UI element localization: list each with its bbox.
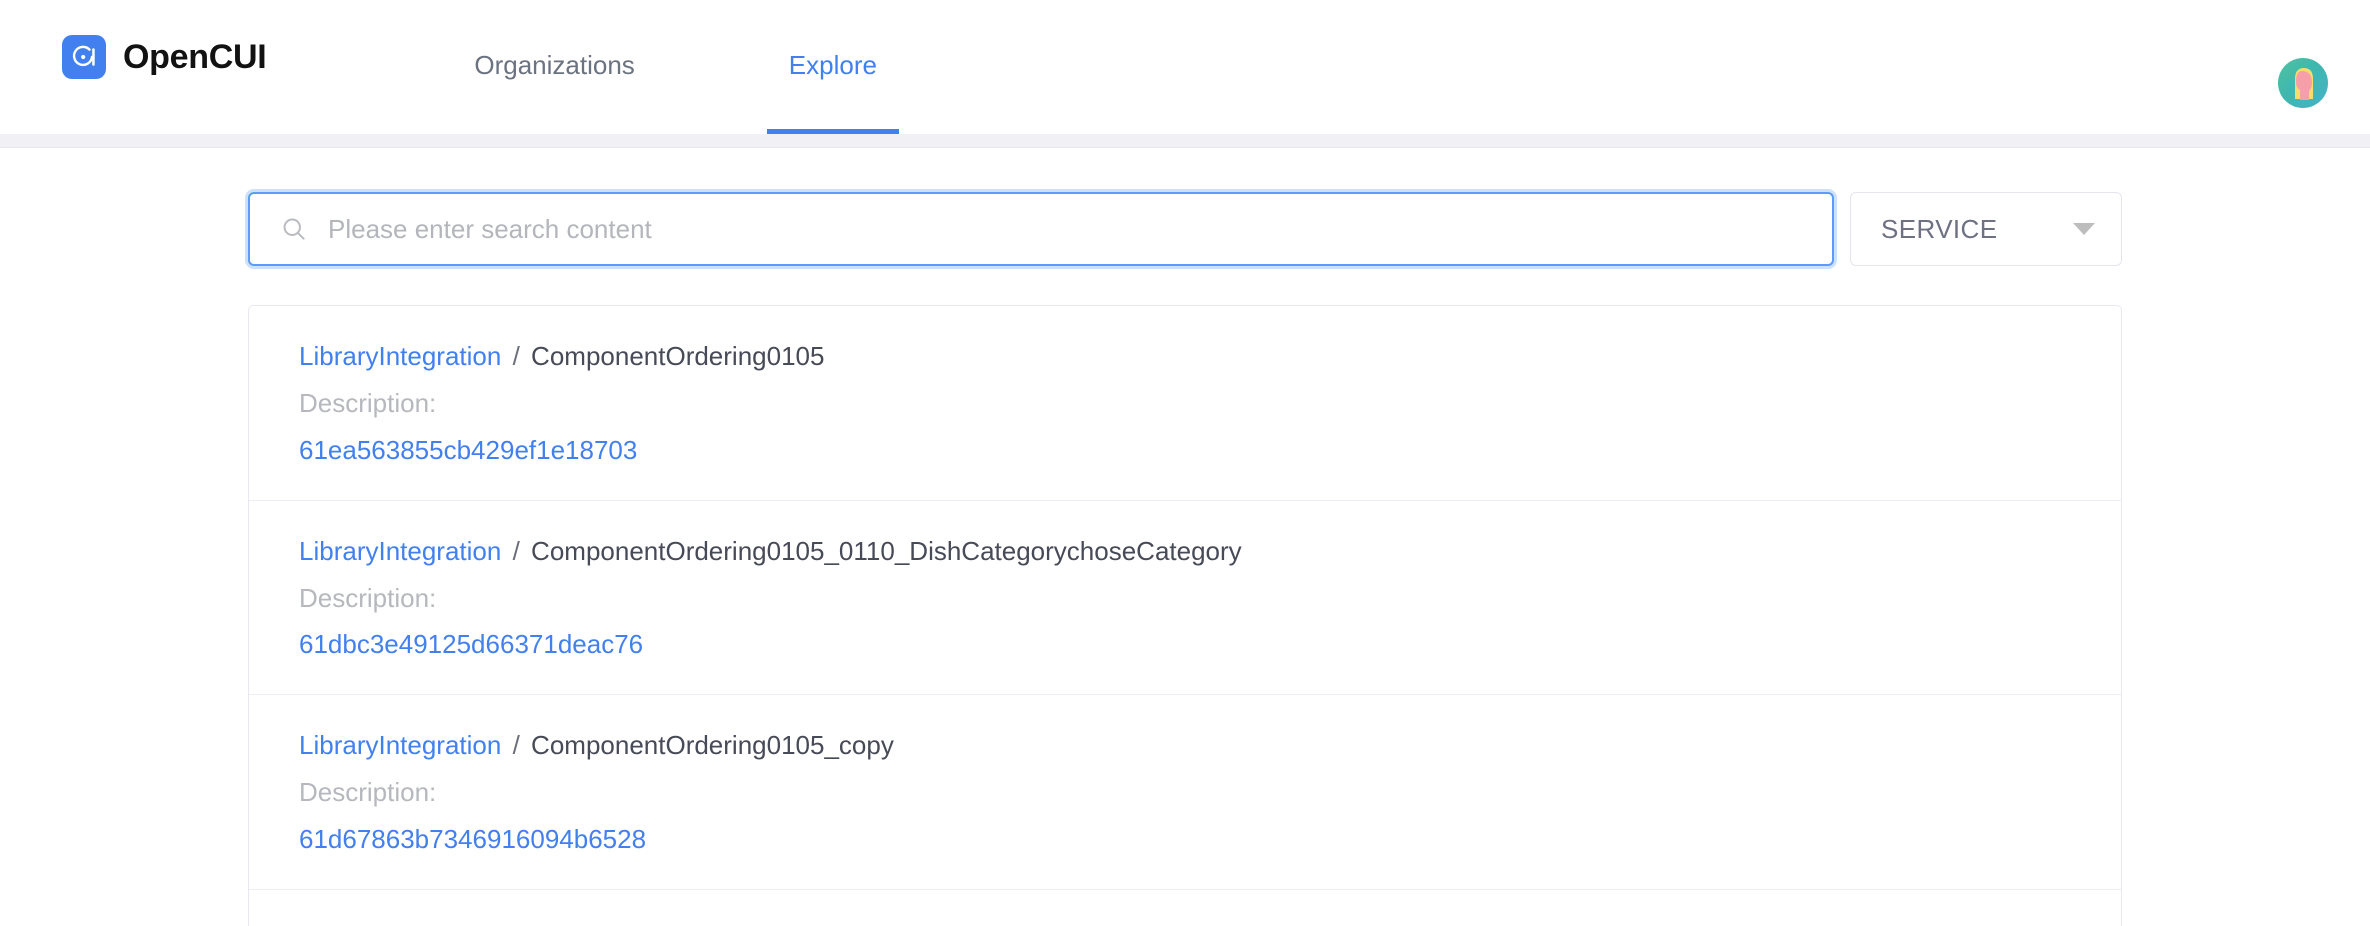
result-org-link[interactable]: LibraryIntegration (299, 536, 501, 566)
content-container: SERVICE LibraryIntegration / ComponentOr… (248, 192, 2122, 926)
search-icon (280, 215, 308, 243)
service-filter-select[interactable]: SERVICE (1850, 192, 2122, 266)
nav-item-explore[interactable]: Explore (767, 0, 899, 134)
result-id-link[interactable]: 61dbc3e49125d66371deac76 (299, 630, 2071, 660)
main-content: SERVICE LibraryIntegration / ComponentOr… (0, 148, 2370, 926)
result-name: ComponentOrdering0105_copy (531, 730, 894, 760)
user-avatar-icon[interactable] (2278, 58, 2328, 108)
results-list: LibraryIntegration / ComponentOrdering01… (248, 305, 2122, 926)
brand-name: OpenCUI (123, 40, 266, 74)
service-filter-label: SERVICE (1881, 214, 1997, 245)
chevron-down-icon (2073, 223, 2095, 235)
avatar-wrap (2278, 58, 2328, 108)
result-name: ComponentOrdering0105_0110_DishCategoryc… (531, 536, 1242, 566)
search-input[interactable] (328, 194, 1832, 264)
nav-item-organizations-label: Organizations (474, 50, 634, 80)
result-title: LibraryIntegration / ComponentOrdering01… (299, 537, 2071, 567)
result-description-label: Description: (299, 778, 2071, 808)
result-separator: / (509, 536, 524, 566)
result-description-label: Description: (299, 389, 2071, 419)
nav-item-organizations[interactable]: Organizations (452, 0, 656, 134)
result-title: LibraryIntegration / ComponentOrdering01… (299, 342, 2071, 372)
nav-item-explore-label: Explore (789, 50, 877, 80)
app-header: OpenCUI Organizations Explore (0, 0, 2370, 134)
result-title: LibraryIntegration / ComponentOrdering01… (299, 731, 2071, 761)
result-separator: / (509, 730, 524, 760)
list-item[interactable] (249, 890, 2121, 926)
brand[interactable]: OpenCUI (62, 29, 266, 85)
opencui-logo-icon (62, 35, 106, 79)
list-item[interactable]: LibraryIntegration / ComponentOrdering01… (249, 501, 2121, 696)
result-id-link[interactable]: 61ea563855cb429ef1e18703 (299, 436, 2071, 466)
result-description-label: Description: (299, 584, 2071, 614)
search-row: SERVICE (248, 192, 2122, 266)
result-separator: / (509, 341, 524, 371)
nav-active-underline (767, 129, 899, 134)
header-bottom-strip (0, 134, 2370, 148)
result-name: ComponentOrdering0105 (531, 341, 824, 371)
result-org-link[interactable]: LibraryIntegration (299, 341, 501, 371)
main-nav: Organizations Explore (452, 0, 899, 134)
result-id-link[interactable]: 61d67863b7346916094b6528 (299, 825, 2071, 855)
list-item[interactable]: LibraryIntegration / ComponentOrdering01… (249, 306, 2121, 501)
search-box[interactable] (248, 192, 1834, 266)
list-item[interactable]: LibraryIntegration / ComponentOrdering01… (249, 695, 2121, 890)
result-org-link[interactable]: LibraryIntegration (299, 730, 501, 760)
